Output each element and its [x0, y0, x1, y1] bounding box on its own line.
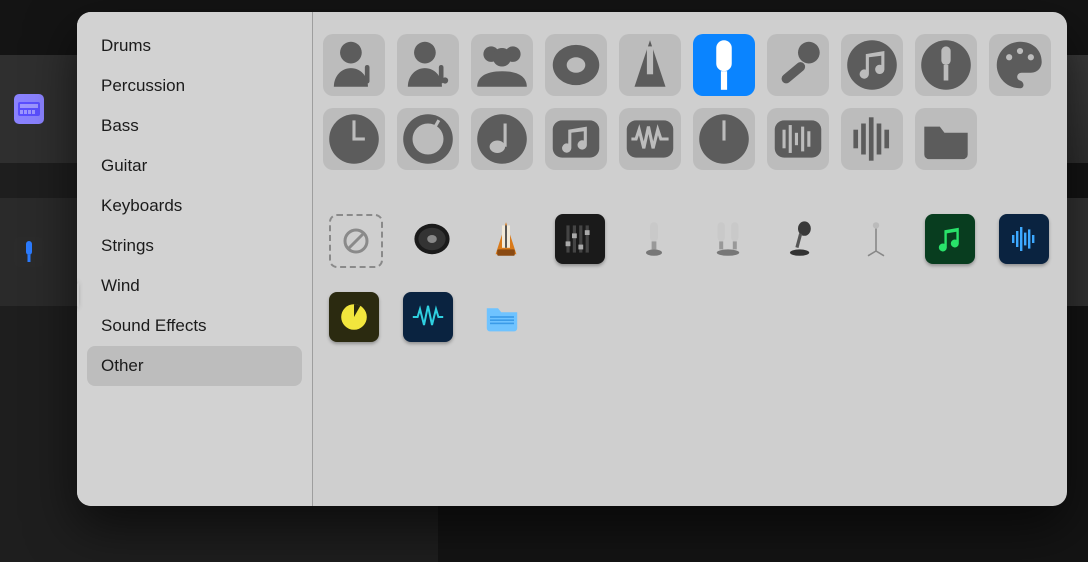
mic-track-icon	[14, 237, 44, 267]
folder-icon[interactable]	[915, 108, 977, 170]
clock-yellow-tile[interactable]	[329, 292, 379, 342]
sidebar-label: Guitar	[101, 156, 147, 176]
palette-icon[interactable]	[989, 34, 1051, 96]
sidebar-label: Other	[101, 356, 144, 376]
group-icon[interactable]	[471, 34, 533, 96]
sidebar-item-other[interactable]: Other	[87, 346, 302, 386]
music-square-icon[interactable]	[545, 108, 607, 170]
mic-capsule-icon[interactable]	[693, 34, 755, 96]
sidebar-item-keyboards[interactable]: Keyboards	[87, 186, 302, 226]
waveform-blue-tile[interactable]	[999, 214, 1049, 264]
plug-circle-icon[interactable]	[915, 34, 977, 96]
sidebar-label: Wind	[101, 276, 140, 296]
sidebar-label: Sound Effects	[101, 316, 207, 336]
waveform-square-icon[interactable]	[619, 108, 681, 170]
popover-arrow	[77, 282, 79, 308]
condenser-mic-tile[interactable]	[629, 214, 679, 264]
clock-icon[interactable]	[323, 108, 385, 170]
stereo-mic-tile[interactable]	[703, 214, 753, 264]
icon-picker-popover: Drums Percussion Bass Guitar Keyboards S…	[77, 12, 1067, 506]
sidebar-item-drums[interactable]: Drums	[87, 26, 302, 66]
music-note-circle-icon[interactable]	[841, 34, 903, 96]
sidebar-label: Strings	[101, 236, 154, 256]
sidebar-item-wind[interactable]: Wind	[87, 266, 302, 306]
metronome-icon[interactable]	[619, 34, 681, 96]
sidebar-item-bass[interactable]: Bass	[87, 106, 302, 146]
sidebar-label: Keyboards	[101, 196, 182, 216]
sidebar-item-strings[interactable]: Strings	[87, 226, 302, 266]
speaker-cone-icon[interactable]	[545, 34, 607, 96]
mixer-tile[interactable]	[555, 214, 605, 264]
person-mic-alt-icon[interactable]	[397, 34, 459, 96]
sidebar-label: Drums	[101, 36, 151, 56]
mic-stand-tile[interactable]	[851, 214, 901, 264]
speaker-tile[interactable]	[407, 214, 457, 264]
sidebar-label: Bass	[101, 116, 139, 136]
none-tile[interactable]	[329, 214, 383, 268]
clock-alt-icon[interactable]	[693, 108, 755, 170]
sidebar-item-sound-effects[interactable]: Sound Effects	[87, 306, 302, 346]
category-sidebar: Drums Percussion Bass Guitar Keyboards S…	[77, 12, 313, 506]
waveform-square-alt-icon[interactable]	[767, 108, 829, 170]
sidebar-item-percussion[interactable]: Percussion	[87, 66, 302, 106]
sidebar-label: Percussion	[101, 76, 185, 96]
waveform-teal-tile[interactable]	[403, 292, 453, 342]
note-circle-icon[interactable]	[471, 108, 533, 170]
music-green-tile[interactable]	[925, 214, 975, 264]
folder-blue-tile[interactable]	[477, 292, 527, 342]
desk-mic-tile[interactable]	[777, 214, 827, 264]
synth-track-icon	[14, 94, 44, 124]
handheld-mic-icon[interactable]	[767, 34, 829, 96]
person-mic-icon[interactable]	[323, 34, 385, 96]
audio-bars-icon[interactable]	[841, 108, 903, 170]
metronome-tile[interactable]	[481, 214, 531, 264]
sidebar-item-guitar[interactable]: Guitar	[87, 146, 302, 186]
icon-grid	[313, 12, 1067, 506]
dial-icon[interactable]	[397, 108, 459, 170]
